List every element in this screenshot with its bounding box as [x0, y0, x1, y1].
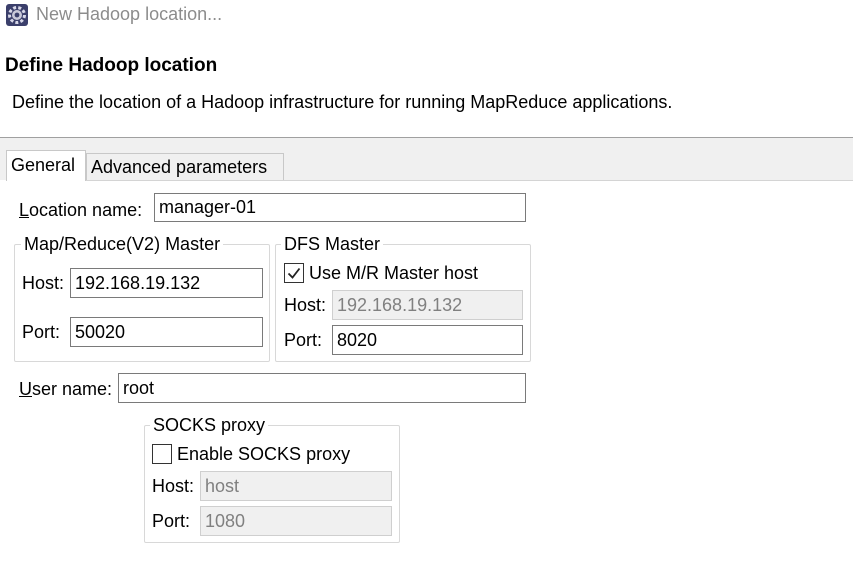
mr-host-input[interactable] [70, 268, 263, 298]
page-title: Define Hadoop location [5, 55, 218, 76]
tab-general[interactable]: General [6, 150, 86, 181]
socks-port-input [200, 506, 392, 536]
use-mr-master-host-checkbox[interactable] [284, 263, 304, 283]
socks-host-label: Host: [152, 476, 195, 496]
use-mr-master-host-label: Use M/R Master host [309, 263, 479, 283]
mr-host-label: Host: [22, 273, 65, 293]
dfs-port-label: Port: [284, 330, 323, 350]
user-name-input[interactable] [118, 373, 526, 403]
page-description: Define the location of a Hadoop infrastr… [12, 92, 673, 112]
dfs-port-input[interactable] [332, 325, 523, 355]
user-name-label: User name: [19, 379, 113, 399]
socks-port-label: Port: [152, 511, 191, 531]
window-title: New Hadoop location... [36, 4, 223, 24]
tab-strip-border [86, 180, 853, 181]
socks-host-input [200, 471, 392, 501]
eclipse-gear-icon [5, 3, 29, 27]
dfs-host-label: Host: [284, 295, 327, 315]
mr-port-label: Port: [22, 322, 61, 342]
enable-socks-proxy-label: Enable SOCKS proxy [177, 444, 351, 464]
tab-advanced-parameters[interactable]: Advanced parameters [86, 153, 284, 180]
location-name-input[interactable] [154, 193, 526, 222]
enable-socks-proxy-checkbox[interactable] [152, 444, 172, 464]
socks-proxy-title: SOCKS proxy [150, 414, 269, 436]
mr-port-input[interactable] [70, 317, 263, 347]
dfs-master-title: DFS Master [281, 233, 384, 255]
location-name-label: Location name: [19, 200, 143, 220]
dfs-host-input [332, 290, 523, 320]
checkmark-icon [287, 267, 301, 279]
mr-master-title: Map/Reduce(V2) Master [21, 233, 224, 255]
